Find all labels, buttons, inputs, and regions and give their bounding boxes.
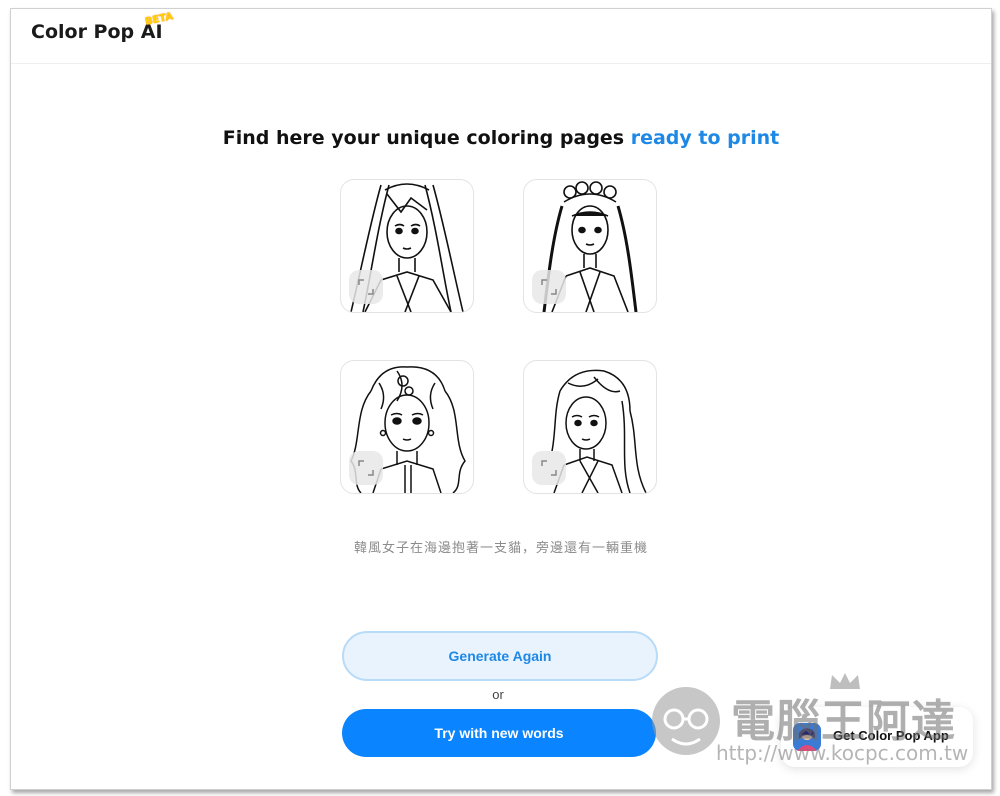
get-app-button[interactable]: Get Color Pop App (781, 707, 973, 767)
coloring-page-card-2[interactable] (523, 179, 657, 313)
coloring-page-card-1[interactable] (340, 179, 474, 313)
generate-again-button[interactable]: Generate Again (342, 631, 658, 681)
get-app-label: Get Color Pop App (833, 728, 949, 743)
page-title: Find here your unique coloring pages rea… (11, 127, 991, 149)
expand-icon (358, 460, 374, 476)
app-icon (793, 723, 821, 751)
page-title-highlight: ready to print (630, 127, 780, 149)
page-title-text: Find here your unique coloring pages (222, 127, 631, 149)
expand-button-4[interactable] (532, 451, 566, 485)
expand-button-1[interactable] (349, 270, 383, 304)
expand-button-3[interactable] (349, 451, 383, 485)
app-window: Color Pop AI BETA Find here your unique … (10, 8, 992, 790)
coloring-page-card-4[interactable] (523, 360, 657, 494)
expand-button-2[interactable] (532, 270, 566, 304)
expand-icon (541, 460, 557, 476)
coloring-page-card-3[interactable] (340, 360, 474, 494)
expand-icon (358, 279, 374, 295)
try-new-words-button[interactable]: Try with new words (342, 709, 656, 757)
top-bar: Color Pop AI BETA (11, 9, 991, 64)
expand-icon (541, 279, 557, 295)
or-separator: or (492, 687, 504, 702)
app-logo[interactable]: Color Pop AI (31, 21, 163, 43)
prompt-caption: 韓風女子在海邊抱著一支貓，旁邊還有一輛重機 (353, 540, 648, 555)
